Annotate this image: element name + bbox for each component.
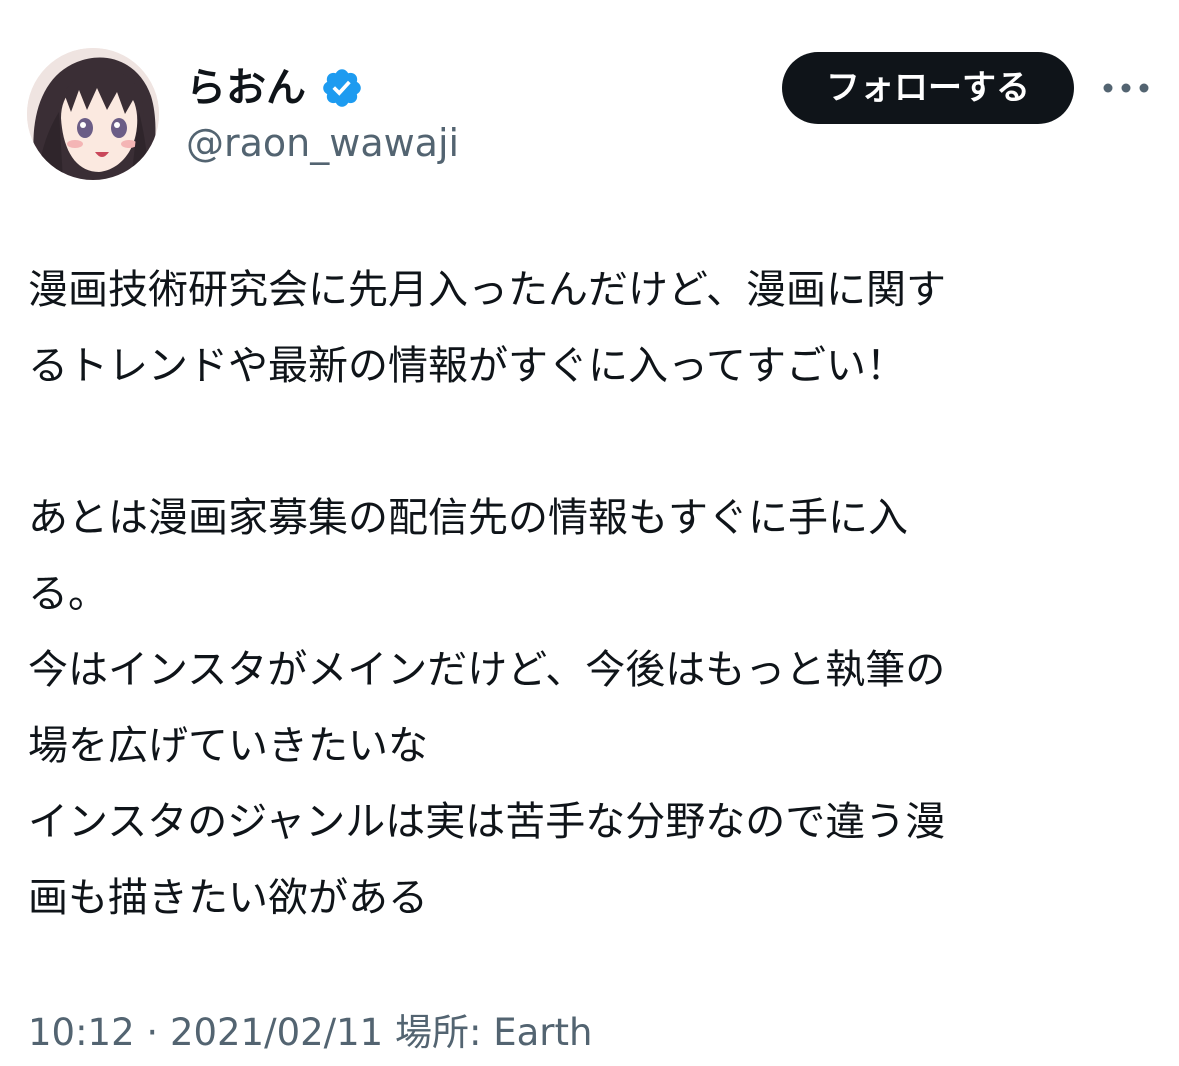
display-name[interactable]: らおん bbox=[186, 62, 306, 114]
tweet-text: 漫画技術研究会に先月入ったんだけど、漫画に関す るトレンドや最新の情報がすぐに入… bbox=[28, 252, 1138, 936]
tweet-line: るトレンドや最新の情報がすぐに入ってすごい！ bbox=[28, 343, 906, 389]
tweet-time: 10:12 bbox=[28, 1011, 135, 1054]
verified-badge-icon bbox=[323, 69, 361, 107]
tweet-line: インスタのジャンルは実は苦手な分野なので違う漫 bbox=[28, 799, 946, 845]
tweet-line: る。 bbox=[28, 571, 108, 617]
tweet-date: 2021/02/11 bbox=[169, 1011, 384, 1054]
ellipsis-icon[interactable] bbox=[1100, 74, 1152, 102]
handle[interactable]: @raon_wawaji bbox=[186, 118, 459, 168]
avatar[interactable] bbox=[27, 48, 159, 180]
follow-button[interactable]: フォローする bbox=[782, 52, 1074, 124]
tweet-timestamp[interactable]: 10:12 · 2021/02/11 場所: Earth bbox=[28, 1008, 592, 1058]
timestamp-separator: · bbox=[146, 1011, 159, 1054]
tweet-line: 画も描きたい欲がある bbox=[28, 875, 428, 921]
anime-girl-avatar-icon bbox=[27, 48, 159, 180]
tweet-line: 場を広げていきたいな bbox=[28, 723, 428, 769]
tweet-line: 今はインスタがメインだけど、今後はもっと執筆の bbox=[28, 647, 946, 693]
tweet-location: 場所: Earth bbox=[394, 1011, 593, 1054]
tweet-line: あとは漫画家募集の配信先の情報もすぐに手に入 bbox=[28, 495, 908, 541]
tweet-line: 漫画技術研究会に先月入ったんだけど、漫画に関す bbox=[28, 267, 946, 313]
